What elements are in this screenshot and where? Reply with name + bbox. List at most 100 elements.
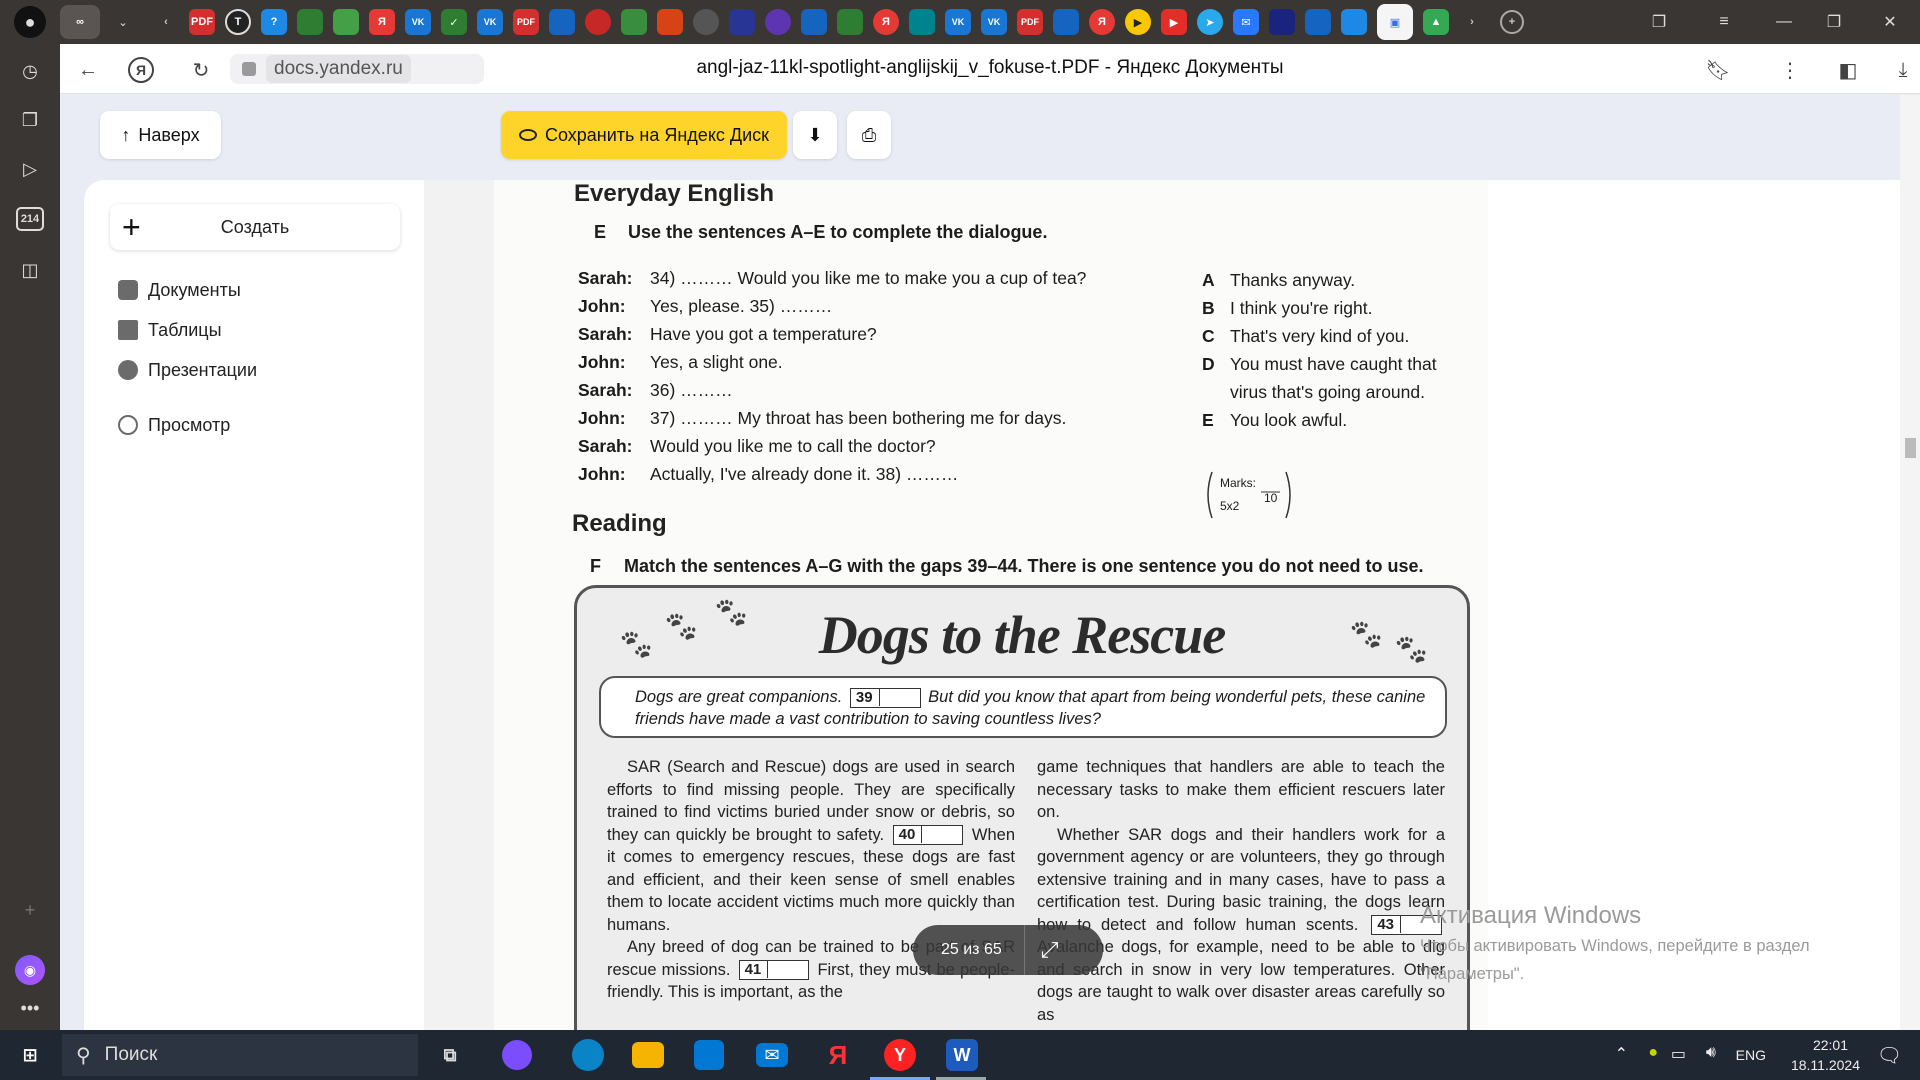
tab-youtube-icon[interactable]: ▶ xyxy=(1161,9,1187,35)
tab-site-icon[interactable] xyxy=(837,9,863,35)
dialogue-line: John: Actually, I've already done it. 38)… xyxy=(578,464,958,485)
volume-icon[interactable]: 🔊︎ xyxy=(1706,1044,1716,1062)
back-arrow-icon[interactable]: ← xyxy=(72,54,104,86)
tab-question-icon[interactable]: ? xyxy=(261,9,287,35)
vertical-scrollbar[interactable] xyxy=(1900,95,1920,1030)
gap-number: 39 xyxy=(855,688,873,706)
tab-vk-icon[interactable]: VK xyxy=(945,9,971,35)
sidebar-panel-icon[interactable]: ◧ xyxy=(1832,54,1864,86)
tab-yandex-icon[interactable]: Я xyxy=(1089,9,1115,35)
tray-app-icon[interactable]: ● xyxy=(1648,1044,1658,1062)
downloads-icon[interactable]: ⤓ xyxy=(1887,54,1919,86)
new-tab-plus-icon[interactable]: + xyxy=(1500,10,1524,34)
yandex-logo-icon[interactable]: Я xyxy=(128,57,154,83)
tab-pdf-icon[interactable]: PDF xyxy=(513,9,539,35)
tab-site-icon[interactable] xyxy=(693,9,719,35)
download-button[interactable]: ⬇ xyxy=(793,111,837,159)
edge-browser-icon[interactable] xyxy=(572,1039,604,1071)
browser-menu-icon[interactable]: ≡ xyxy=(1700,0,1748,44)
more-icon[interactable]: ••• xyxy=(15,993,45,1023)
sidebar-item-spreadsheets[interactable]: Таблицы xyxy=(118,315,222,345)
tab-yandex-docs-active-icon[interactable]: ▣ xyxy=(1377,4,1413,40)
clock-time[interactable]: 22:01 xyxy=(1813,1037,1848,1053)
tab-groups-icon[interactable]: ∞ xyxy=(60,5,100,39)
task-view-icon[interactable]: ⧉ xyxy=(432,1037,468,1073)
tab-site-icon[interactable] xyxy=(801,9,827,35)
tab-vk-icon[interactable]: VK xyxy=(405,9,431,35)
taskbar-search[interactable]: ⚲ Поиск xyxy=(62,1034,418,1076)
tab-site-icon[interactable] xyxy=(585,9,611,35)
close-window-icon[interactable]: ✕ xyxy=(1866,0,1914,44)
file-explorer-icon[interactable] xyxy=(632,1042,664,1068)
reload-icon[interactable]: ↻ xyxy=(185,54,217,86)
collections-icon[interactable]: ❐ xyxy=(15,105,45,135)
windows-start-icon[interactable]: ⊞ xyxy=(12,1037,48,1073)
screenshot-icon[interactable]: ◫ xyxy=(15,255,45,285)
tabs-scroll-right-icon[interactable]: › xyxy=(1459,9,1485,35)
task-f-text: Match the sentences A–G with the gaps 39… xyxy=(624,556,1424,576)
pdf-page[interactable]: Everyday English E Use the sentences A–E … xyxy=(494,180,1488,1030)
sidebar-item-presentations[interactable]: Презентации xyxy=(118,355,257,385)
tab-site-icon[interactable] xyxy=(1305,9,1331,35)
word-icon[interactable]: W xyxy=(946,1039,978,1071)
scrollbar-thumb[interactable] xyxy=(1905,438,1916,458)
tab-site-icon[interactable] xyxy=(549,9,575,35)
create-button[interactable]: + Создать xyxy=(110,204,400,250)
battery-icon[interactable]: ▭ xyxy=(1671,1044,1686,1064)
tab-yandex-icon[interactable]: Я xyxy=(873,9,899,35)
tabs-scroll-left-icon[interactable]: ‹ xyxy=(153,9,179,35)
history-icon[interactable]: ◷ xyxy=(15,56,45,86)
tab-chat-icon[interactable] xyxy=(1341,9,1367,35)
tab-yandex-icon[interactable]: Я xyxy=(369,9,395,35)
restore-icon[interactable]: ❐ xyxy=(1810,0,1858,44)
minimize-icon[interactable]: — xyxy=(1760,0,1808,44)
tab-site-icon[interactable] xyxy=(621,9,647,35)
bookmark-icon[interactable]: 🔖︎ xyxy=(1702,54,1734,86)
tab-telegram-icon[interactable]: ➤ xyxy=(1197,9,1223,35)
tabs-overview-icon[interactable]: ❐ xyxy=(1635,0,1683,44)
tab-vk-icon[interactable]: VK xyxy=(477,9,503,35)
tray-chevron-up-icon[interactable]: ⌃ xyxy=(1615,1044,1628,1064)
tab-site-icon[interactable] xyxy=(765,9,791,35)
fullscreen-expand-icon[interactable]: ⤢ xyxy=(1041,937,1059,963)
mail-icon[interactable]: ✉ xyxy=(756,1043,788,1067)
tab-flag-icon[interactable] xyxy=(1269,9,1295,35)
tab-list-chevron-icon[interactable]: ⌄ xyxy=(110,9,136,35)
tab-site-icon[interactable] xyxy=(909,9,935,35)
tab-site-icon[interactable] xyxy=(657,9,683,35)
tab-site-icon[interactable] xyxy=(333,9,359,35)
clock-date[interactable]: 18.11.2024 xyxy=(1791,1057,1860,1073)
tab-site-icon[interactable] xyxy=(297,9,323,35)
profile-avatar-icon[interactable]: ● xyxy=(14,6,46,38)
tab-pdf-icon[interactable]: PDF xyxy=(189,9,215,35)
input-language[interactable]: ENG xyxy=(1736,1047,1766,1063)
tab-t-icon[interactable]: T xyxy=(225,9,251,35)
sidebar-item-documents[interactable]: Документы xyxy=(118,275,241,305)
scroll-top-button[interactable]: ↑ Наверх xyxy=(100,111,221,159)
microsoft-store-icon[interactable] xyxy=(694,1040,724,1070)
sidebar-item-view[interactable]: Просмотр xyxy=(118,410,230,440)
notifications-icon[interactable]: 🗨︎ xyxy=(1877,1043,1902,1068)
more-vertical-icon[interactable]: ⋮ xyxy=(1774,54,1806,86)
notifications-badge-icon[interactable]: 214 xyxy=(16,207,44,231)
yandex-icon[interactable]: Я xyxy=(820,1037,856,1073)
address-bar[interactable]: docs.yandex.ru xyxy=(230,54,484,84)
tab-pdf-icon[interactable]: PDF xyxy=(1017,9,1043,35)
save-to-disk-button[interactable]: Сохранить на Яндекс Диск xyxy=(501,111,787,159)
tab-site-icon[interactable] xyxy=(1053,9,1079,35)
scroll-top-label: Наверх xyxy=(138,124,200,145)
print-button[interactable]: ⎙ xyxy=(847,111,891,159)
alice-taskbar-icon[interactable] xyxy=(502,1040,532,1070)
tab-google-drive-icon[interactable]: ▲ xyxy=(1423,9,1449,35)
video-icon[interactable]: ▷ xyxy=(15,154,45,184)
add-panel-icon[interactable]: + xyxy=(15,895,45,925)
tab-site-icon[interactable] xyxy=(729,9,755,35)
tab-check-icon[interactable]: ✓ xyxy=(441,9,467,35)
tab-vk-icon[interactable]: VK xyxy=(981,9,1007,35)
tab-mail-icon[interactable]: ✉ xyxy=(1233,9,1259,35)
tab-play-icon[interactable]: ▶ xyxy=(1125,9,1151,35)
alice-assistant-icon[interactable]: ◉ xyxy=(15,955,45,985)
document-viewer[interactable]: Everyday English E Use the sentences A–E … xyxy=(424,180,1498,1030)
sidebar-item-label: Просмотр xyxy=(148,414,231,435)
yandex-browser-icon[interactable]: Y xyxy=(884,1039,916,1071)
